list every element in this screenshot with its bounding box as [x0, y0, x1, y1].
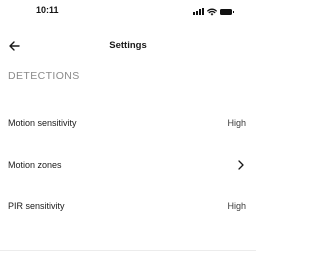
divider: [0, 250, 256, 251]
setting-value: High: [227, 118, 246, 128]
wifi-icon: [207, 8, 217, 16]
nav-bar: Settings: [0, 36, 256, 56]
status-time: 10:11: [36, 5, 59, 15]
cellular-signal-icon: [193, 8, 204, 15]
setting-row-pir-sensitivity[interactable]: PIR sensitivity High: [0, 191, 256, 221]
setting-label: Motion sensitivity: [8, 118, 77, 128]
section-header-detections: DETECTIONS: [8, 70, 80, 82]
setting-label: Motion zones: [8, 160, 62, 170]
setting-value: High: [227, 201, 246, 211]
status-icons: [193, 7, 234, 16]
battery-icon: [220, 8, 234, 15]
setting-row-motion-sensitivity[interactable]: Motion sensitivity High: [0, 108, 256, 138]
page-title: Settings: [109, 40, 147, 51]
setting-row-motion-zones[interactable]: Motion zones: [0, 150, 256, 180]
chevron-right-icon: [238, 160, 244, 170]
status-bar: 10:11: [0, 0, 256, 30]
setting-label: PIR sensitivity: [8, 201, 65, 211]
